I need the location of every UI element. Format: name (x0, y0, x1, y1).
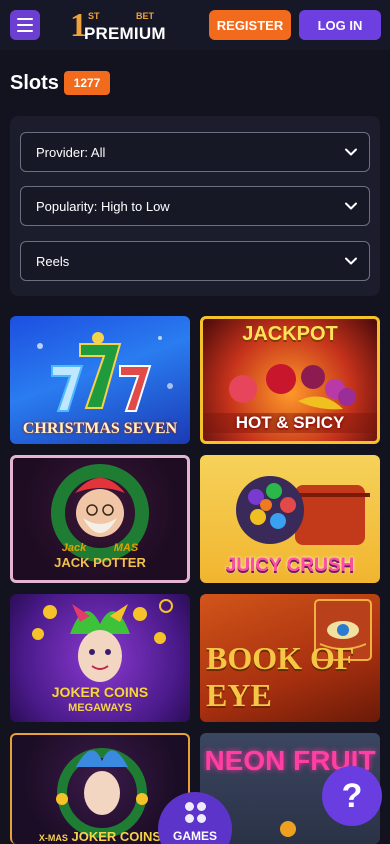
logo-premium: PREMIUM (84, 24, 166, 43)
chevron-down-icon (345, 148, 357, 156)
hamburger-menu-button[interactable] (10, 10, 40, 40)
reels-filter-select[interactable]: Reels (20, 241, 370, 281)
game-title: JACK POTTER (54, 555, 146, 570)
game-tile-juicy-crush[interactable]: JUICY CRUSH (200, 455, 380, 583)
register-button[interactable]: REGISTER (209, 10, 291, 40)
top-bar: 1 ST BET PREMIUM REGISTER LOG IN (0, 0, 390, 50)
chevron-down-icon (345, 202, 357, 210)
page-title: Slots (10, 72, 59, 94)
game-title: BOOK OF EYE (206, 640, 354, 713)
filter-panel: Provider: All Popularity: High to Low Re… (10, 116, 380, 296)
games-menu-label: GAMES (172, 829, 217, 843)
game-tile-hot-spicy[interactable]: JACKPOT HOT & SPICY (200, 316, 380, 444)
game-tile-christmas-seven[interactable]: CHRISTMAS SEVEN (10, 316, 190, 444)
game-subtitle: MEGAWAYS (68, 702, 132, 714)
game-subtitle: X-MAS (38, 833, 68, 843)
games-count-badge: 1277 (64, 71, 110, 95)
page: 1 ST BET PREMIUM REGISTER LOG IN Slots 1… (0, 0, 390, 844)
login-button[interactable]: LOG IN (299, 10, 381, 40)
game-title: JUICY CRUSH (225, 555, 355, 576)
game-tile-jack-potter[interactable]: Jack MAS JACK POTTER (10, 455, 190, 583)
grid-dots-icon (184, 802, 206, 823)
help-button[interactable]: ? (322, 766, 382, 826)
provider-filter-label: Provider: All (36, 144, 106, 160)
popularity-filter-label: Popularity: High to Low (36, 198, 170, 214)
logo-bet: BET (136, 11, 154, 21)
hamburger-icon-line (17, 24, 33, 26)
game-tile-book-of-eye[interactable]: BOOK OF EYE (200, 594, 380, 722)
logo-st: ST (88, 11, 100, 21)
hamburger-icon-line (17, 18, 33, 20)
chevron-down-icon (345, 257, 357, 265)
hamburger-icon-line (17, 30, 33, 32)
game-tile-joker-coins-megaways[interactable]: JOKER COINS MEGAWAYS (10, 594, 190, 722)
game-subtitle: Jack MAS (61, 542, 139, 554)
reels-filter-label: Reels (36, 253, 70, 269)
popularity-filter-select[interactable]: Popularity: High to Low (20, 186, 370, 226)
game-title: JOKER COINS (51, 684, 149, 700)
site-logo[interactable]: 1 ST BET PREMIUM (70, 8, 165, 44)
provider-filter-select[interactable]: Provider: All (20, 132, 370, 172)
game-title: CHRISTMAS SEVEN (22, 420, 178, 437)
game-title-text: JOKER COINS (71, 829, 162, 844)
game-subtitle-text: MAS (113, 542, 139, 554)
game-title: HOT & SPICY (203, 413, 377, 433)
